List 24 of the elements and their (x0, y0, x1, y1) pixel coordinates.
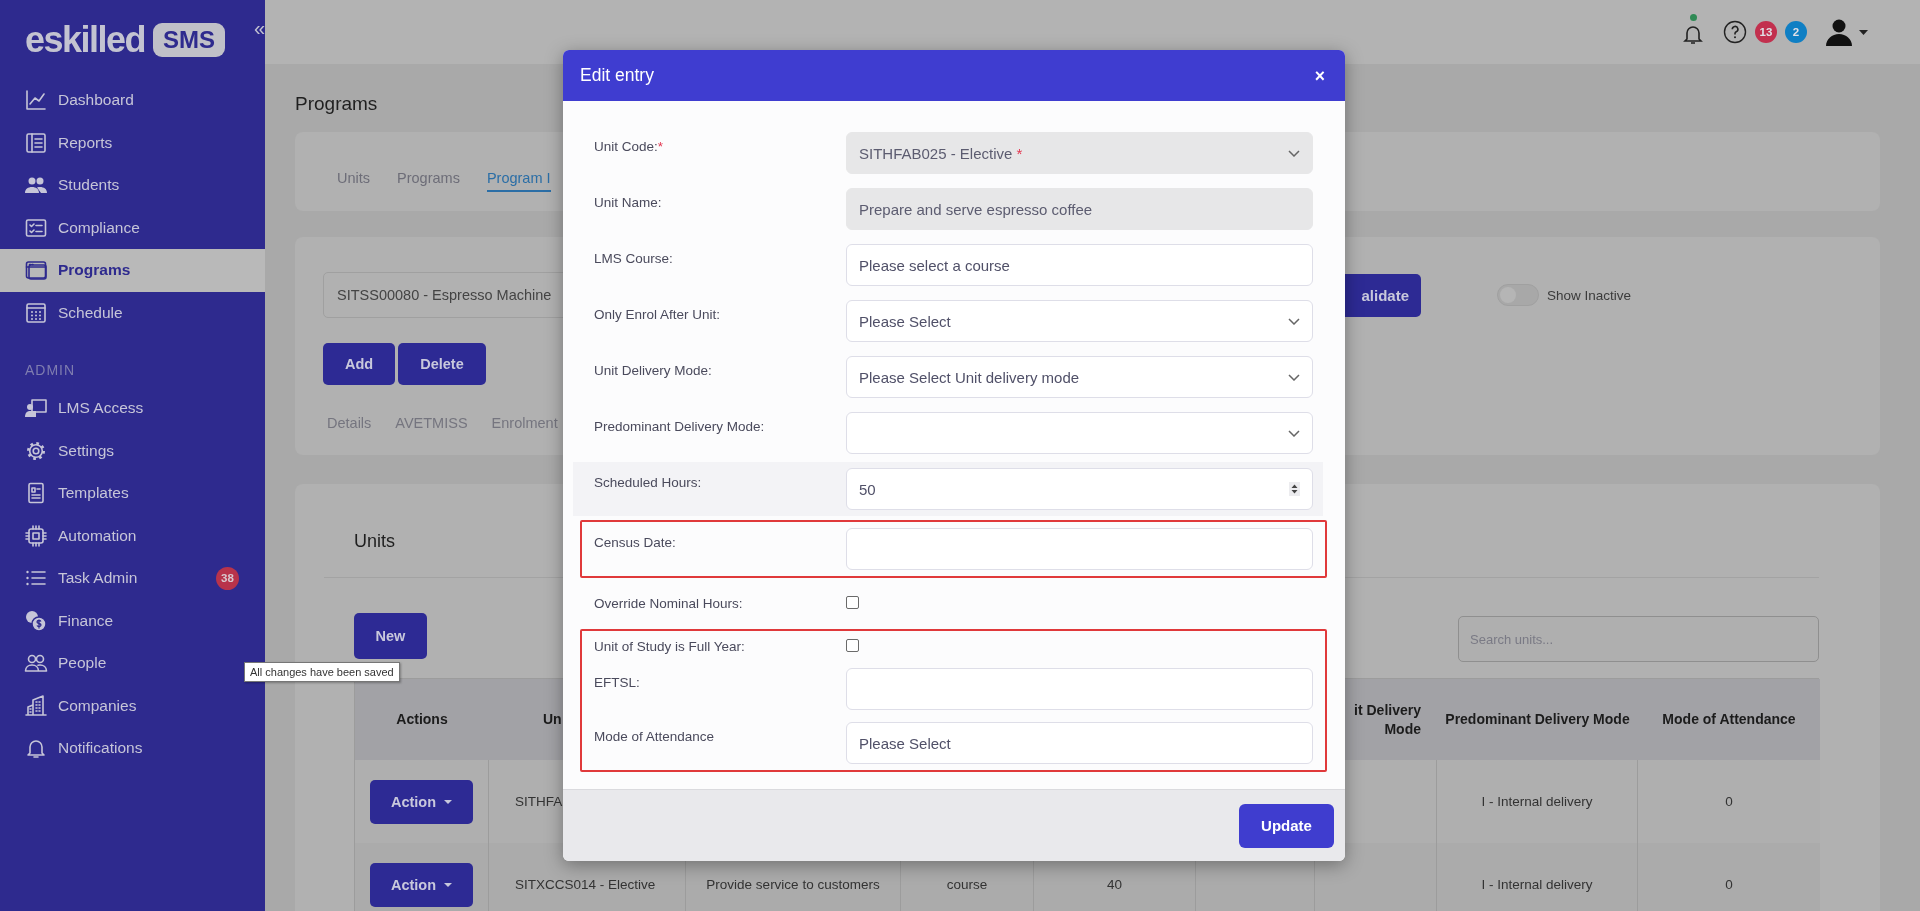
toggle-label: Show Inactive (1547, 287, 1632, 303)
count-badge: 38 (216, 566, 239, 590)
column-header: Predominant Delivery Mode (1437, 679, 1638, 760)
field-label: LMS Course: (594, 250, 674, 268)
field-label: Scheduled Hours: (594, 474, 703, 492)
section-heading: Units (354, 531, 395, 551)
column-header: Actions (355, 679, 489, 760)
table-cell: 0 (1638, 843, 1820, 911)
field-label: Only Enrol After Unit: (594, 306, 722, 324)
field-label: Unit Name: (594, 194, 663, 212)
field-label: Override Nominal Hours: (594, 595, 744, 613)
logo-text: eskilled (25, 20, 146, 60)
field-label: Predominant Delivery Mode: (594, 418, 766, 436)
modal-title: Edit entry (580, 65, 654, 86)
field-label: Unit Delivery Mode: (594, 362, 713, 380)
column-header: Mode of Attendance (1638, 679, 1820, 760)
field-label: Unit of Study is Full Year: (594, 638, 746, 656)
table-cell: I - Internal delivery (1437, 843, 1638, 911)
page-title: Programs (295, 92, 378, 116)
logo-badge: SMS (153, 23, 226, 57)
field-label: Unit Code:* (594, 138, 665, 156)
section-label: ADMIN (24, 361, 77, 380)
tooltip: All changes have been saved (244, 662, 400, 682)
field-label: Census Date: (594, 534, 677, 552)
